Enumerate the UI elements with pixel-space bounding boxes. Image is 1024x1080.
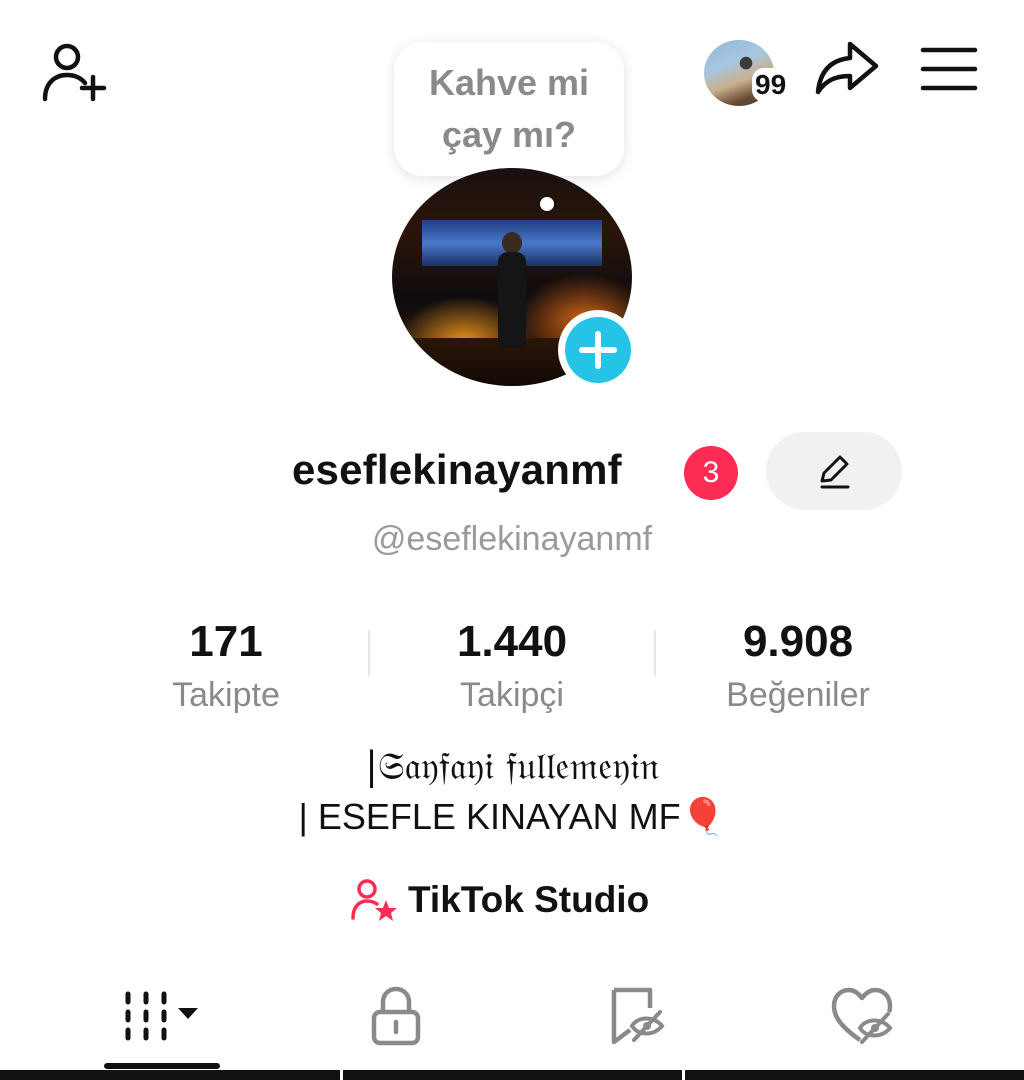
video-grid-top-edge: [0, 1070, 1024, 1080]
stat-followers-value: 1.440: [456, 617, 568, 666]
add-friend-button[interactable]: [38, 40, 110, 104]
story-count: 99: [752, 68, 790, 102]
grid-videos-icon: [125, 991, 198, 1041]
bio-line-1: |𝔖𝔞𝔶𝔣𝔞𝔶𝔦 𝔣𝔲𝔩𝔩𝔢𝔪𝔢𝔶𝔦𝔫: [365, 744, 659, 788]
stat-likes-label: Beğeniler: [726, 676, 870, 714]
grid-gap: [340, 1070, 343, 1080]
bubble-dot: [540, 197, 554, 211]
notification-badge[interactable]: 3: [684, 446, 738, 500]
stat-divider: [654, 630, 656, 676]
tiktok-studio-link[interactable]: TikTok Studio: [350, 878, 649, 922]
bio-line-2: | ESEFLE KINAYAN MF🎈: [298, 796, 726, 837]
grid-gap: [682, 1070, 685, 1080]
stat-followers-label: Takipçi: [460, 676, 564, 714]
edit-profile-button[interactable]: [766, 432, 902, 510]
stat-likes[interactable]: 9.908 Beğeniler: [668, 616, 928, 718]
profile-handle: @eseflekinayanmf: [371, 520, 653, 558]
saved-hidden-icon: [611, 987, 665, 1045]
active-tab-indicator: [104, 1063, 220, 1069]
profile-username: eseflekinayanmf: [292, 446, 622, 493]
hamburger-icon: [920, 47, 978, 91]
tiktok-studio-label: TikTok Studio: [408, 879, 650, 920]
tab-saved[interactable]: [580, 976, 692, 1056]
person-plus-icon: [42, 43, 107, 102]
stat-following-value: 171: [189, 617, 263, 666]
stat-divider: [368, 630, 370, 676]
liked-hidden-icon: [831, 987, 893, 1044]
tab-private[interactable]: [340, 976, 452, 1056]
tab-liked[interactable]: [806, 976, 918, 1056]
stat-following-label: Takipte: [172, 676, 280, 714]
stat-followers[interactable]: 1.440 Takipçi: [382, 616, 642, 718]
stat-following[interactable]: 171 Takipte: [96, 616, 356, 718]
add-story-button[interactable]: [558, 310, 638, 390]
lock-icon: [371, 986, 421, 1046]
status-bubble[interactable]: Kahve mi çay mı?: [394, 42, 624, 176]
tab-videos[interactable]: [104, 976, 220, 1056]
avatar-person-head: [502, 232, 522, 254]
creator-star-icon: [351, 879, 397, 921]
menu-button[interactable]: [918, 40, 980, 96]
plus-icon: [579, 331, 617, 369]
share-button[interactable]: [812, 36, 882, 100]
share-arrow-icon: [815, 41, 879, 95]
stat-likes-value: 9.908: [742, 617, 854, 666]
pencil-icon: [820, 455, 850, 489]
avatar-person-body: [498, 252, 526, 348]
